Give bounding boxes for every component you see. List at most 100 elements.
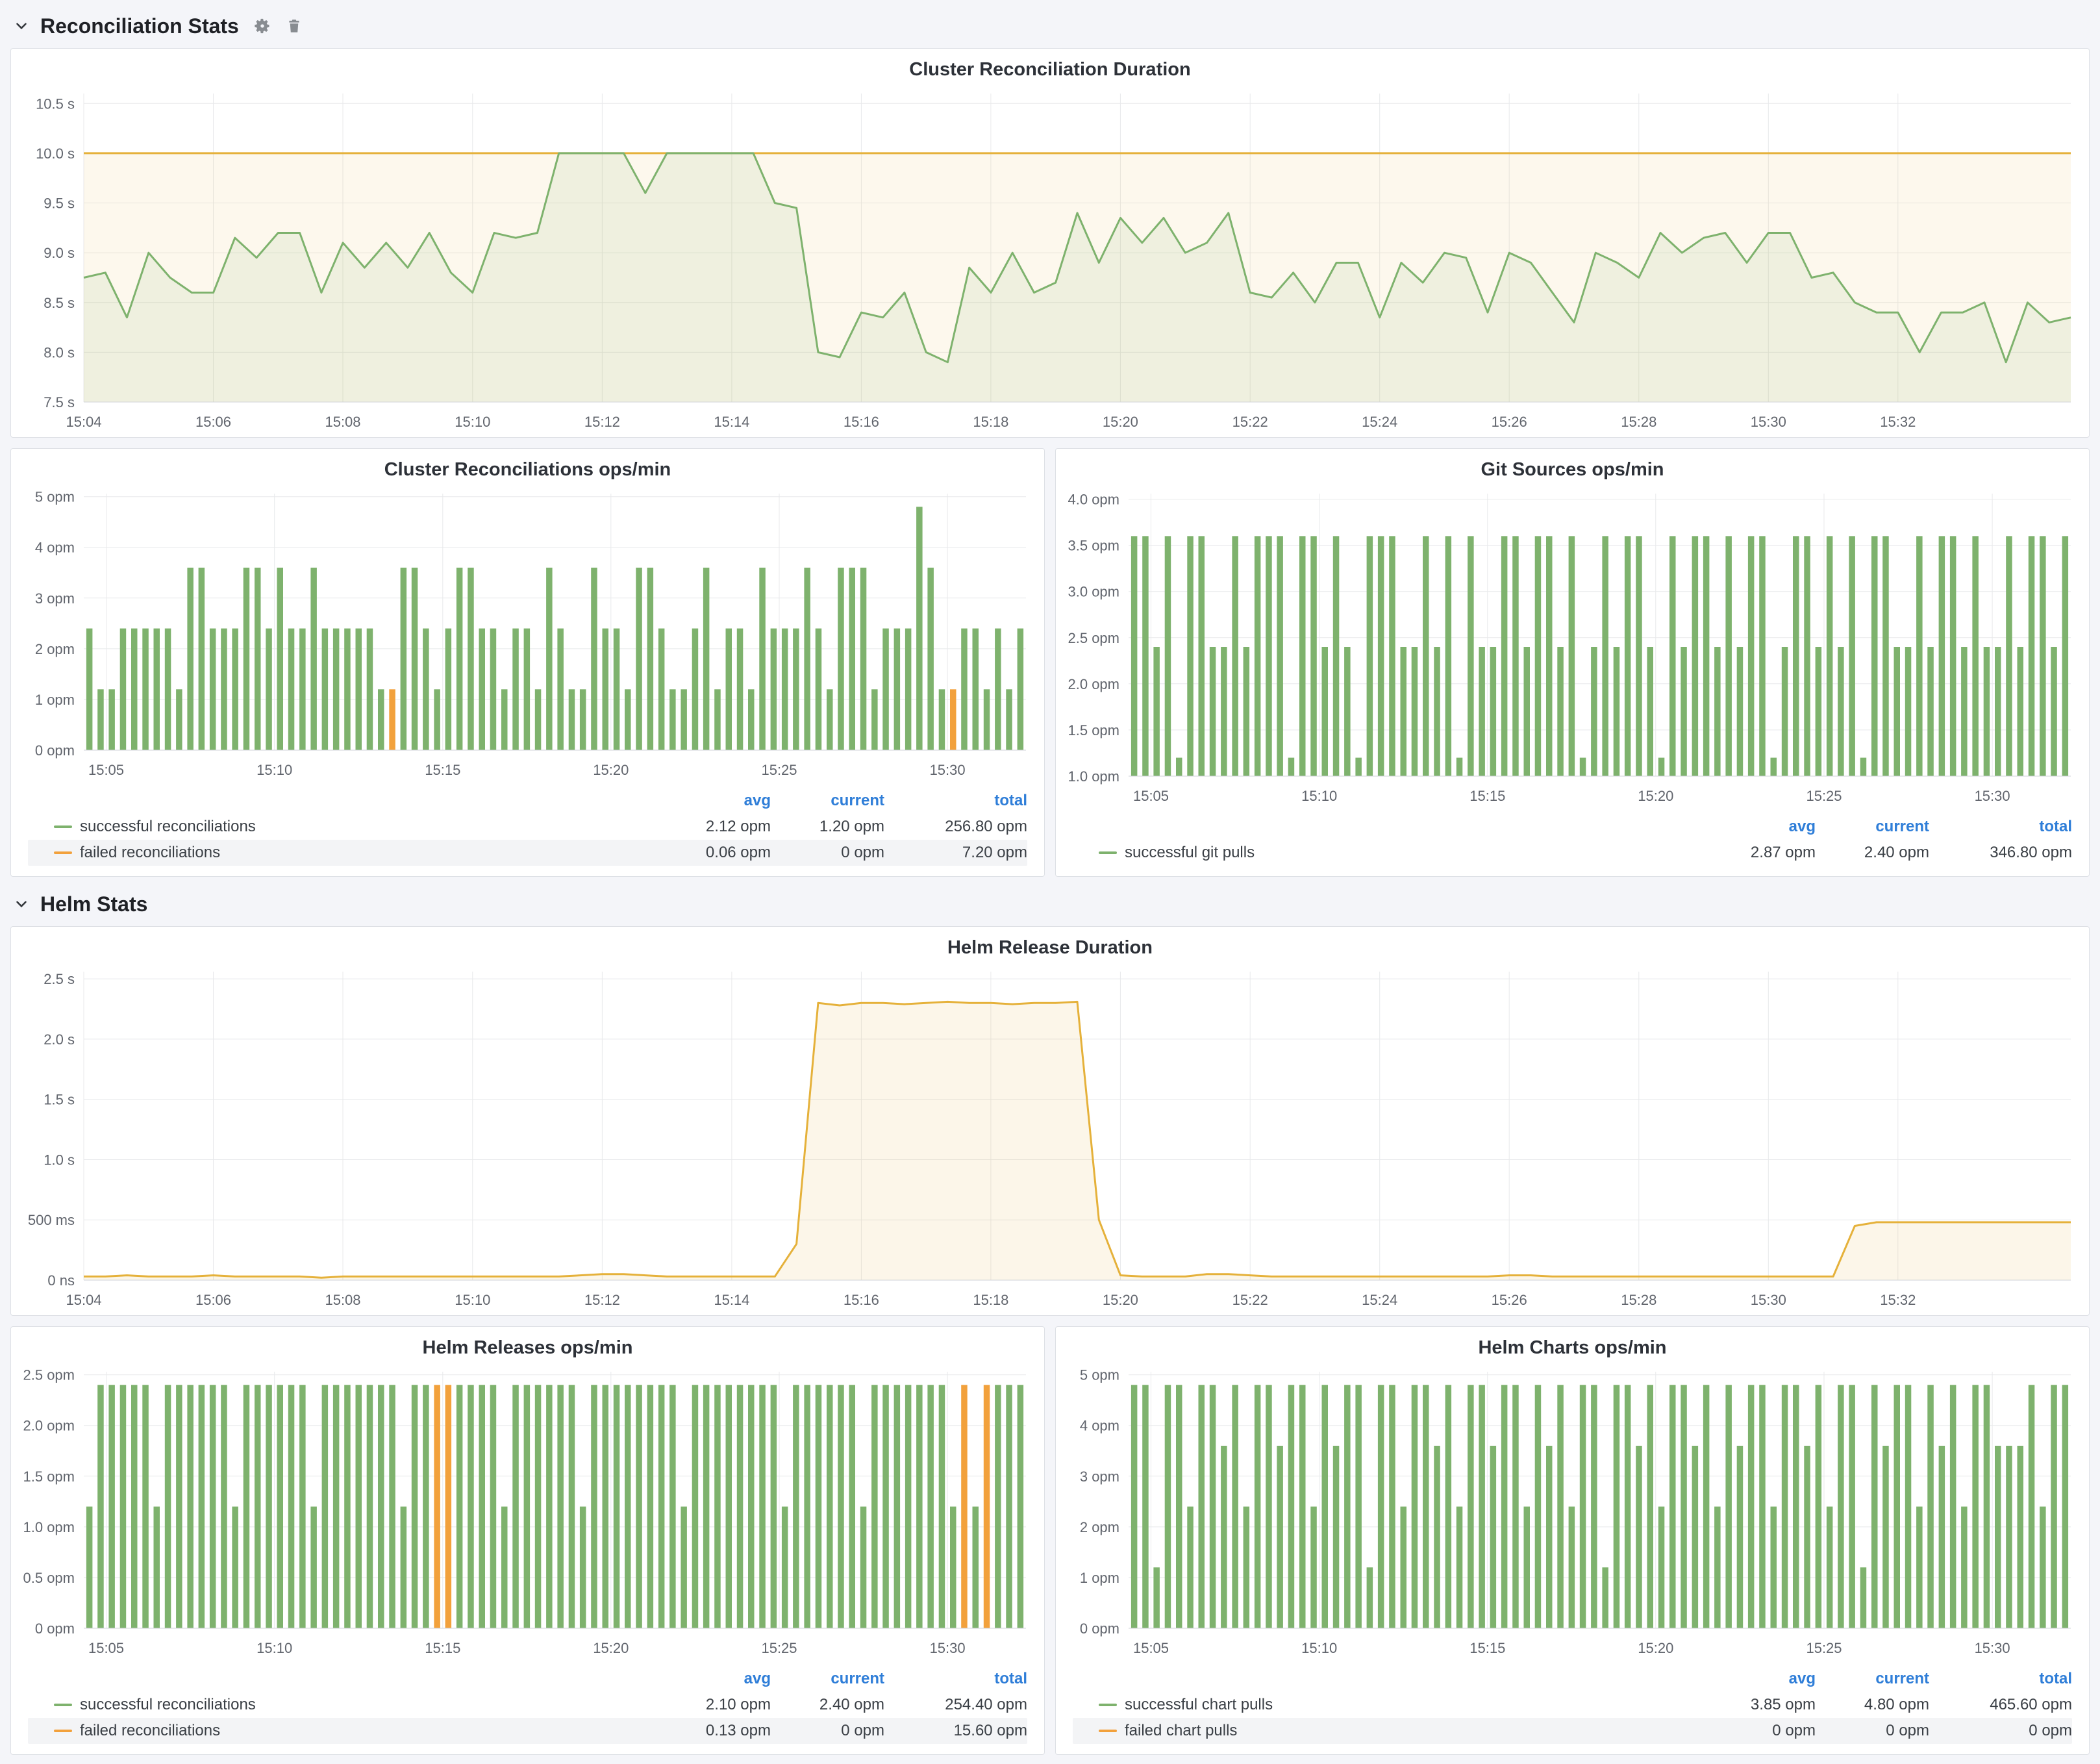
svg-text:15:15: 15:15	[1469, 788, 1505, 804]
svg-text:15:26: 15:26	[1492, 414, 1527, 430]
row-title[interactable]: Reconciliation Stats	[40, 14, 239, 38]
panel-helm-charts-ops: Helm Charts ops/min 15:05 15:10 15:15 15:20…	[1055, 1326, 2090, 1755]
svg-text:15:25: 15:25	[761, 762, 797, 778]
svg-text:15:20: 15:20	[1638, 1640, 1673, 1656]
chart-helm-release-duration[interactable]: 15:0415:0615:0815:1015:1215:1415:1615:18…	[11, 961, 2089, 1315]
legend-header: avgcurrenttotal	[1073, 1666, 2072, 1692]
svg-text:5 opm: 5 opm	[1080, 1367, 1119, 1383]
svg-text:15:05: 15:05	[88, 1640, 124, 1656]
svg-text:15:22: 15:22	[1232, 414, 1268, 430]
svg-text:10.5 s: 10.5 s	[36, 95, 75, 112]
chart-helm-charts-ops[interactable]: 15:0515:1015:1515:2015:2515:300 opm1 opm…	[1056, 1361, 2089, 1663]
legend-header: avgcurrenttotal	[28, 788, 1027, 814]
svg-text:15:30: 15:30	[1975, 788, 2010, 804]
svg-text:15:30: 15:30	[1751, 414, 1786, 430]
svg-text:15:10: 15:10	[1301, 1640, 1337, 1656]
svg-text:2.0 opm: 2.0 opm	[1068, 676, 1120, 692]
series-color-dash	[54, 851, 72, 854]
svg-text:2.0 opm: 2.0 opm	[23, 1418, 75, 1434]
svg-text:0 opm: 0 opm	[1080, 1620, 1119, 1637]
panel-cluster-reconciliation-duration: Cluster Reconciliation Duration 15:04 15:…	[10, 48, 2090, 438]
svg-text:2 opm: 2 opm	[1080, 1519, 1119, 1535]
svg-text:15:32: 15:32	[1880, 1292, 1916, 1308]
legend: avgcurrenttotalsuccessful reconciliation…	[11, 785, 1044, 876]
svg-text:500 ms: 500 ms	[28, 1212, 75, 1228]
svg-text:10.0 s: 10.0 s	[36, 145, 75, 162]
row-title[interactable]: Helm Stats	[40, 892, 147, 916]
svg-text:15:14: 15:14	[714, 414, 749, 430]
svg-text:15:24: 15:24	[1362, 414, 1397, 430]
trash-icon[interactable]	[286, 18, 303, 34]
svg-text:15:24: 15:24	[1362, 1292, 1397, 1308]
svg-text:15:04: 15:04	[66, 414, 101, 430]
legend-header: avgcurrenttotal	[28, 1666, 1027, 1692]
svg-text:15:30: 15:30	[1751, 1292, 1786, 1308]
svg-text:7.5 s: 7.5 s	[44, 394, 75, 410]
svg-text:15:30: 15:30	[930, 762, 966, 778]
svg-text:15:06: 15:06	[195, 414, 231, 430]
row-header-reconciliation-stats[interactable]: Reconciliation Stats	[13, 9, 2090, 43]
svg-text:5 opm: 5 opm	[35, 489, 75, 505]
svg-text:1.0 s: 1.0 s	[44, 1152, 75, 1168]
svg-text:15:20: 15:20	[1103, 414, 1138, 430]
legend: avgcurrenttotalsuccessful chart pulls3.8…	[1056, 1663, 2089, 1754]
legend-row[interactable]: failed reconciliations0.13 opm0 opm15.60…	[28, 1718, 1027, 1744]
svg-text:1.0 opm: 1.0 opm	[1068, 768, 1120, 785]
svg-text:8.5 s: 8.5 s	[44, 295, 75, 311]
legend: avgcurrenttotalsuccessful git pulls2.87 …	[1056, 811, 2089, 876]
panel-title[interactable]: Cluster Reconciliation Duration	[11, 49, 2089, 83]
panel-title[interactable]: Helm Charts ops/min	[1056, 1327, 2089, 1361]
series-color-dash	[1099, 1730, 1117, 1732]
row-header-helm-stats[interactable]: Helm Stats	[13, 887, 2090, 921]
svg-text:15:20: 15:20	[593, 1640, 629, 1656]
panel-title[interactable]: Cluster Reconciliations ops/min	[11, 449, 1044, 483]
chart-cluster-reconciliation-duration[interactable]: 15:0415:0615:0815:1015:1215:1415:1615:18…	[11, 83, 2089, 437]
svg-text:15:22: 15:22	[1232, 1292, 1268, 1308]
svg-text:15:25: 15:25	[1806, 788, 1842, 804]
gear-icon[interactable]	[253, 17, 271, 35]
svg-text:9.5 s: 9.5 s	[44, 195, 75, 212]
svg-text:15:20: 15:20	[1638, 788, 1673, 804]
svg-text:1.5 opm: 1.5 opm	[1068, 722, 1120, 738]
panel-title[interactable]: Git Sources ops/min	[1056, 449, 2089, 483]
panel-cluster-reconciliations-ops: Cluster Reconciliations ops/min 15:0515:…	[10, 448, 1045, 877]
chart-git-sources-ops[interactable]: 15:0515:1015:1515:2015:2515:301.0 opm1.5…	[1056, 483, 2089, 811]
svg-text:3 opm: 3 opm	[35, 590, 75, 607]
svg-text:0 opm: 0 opm	[35, 742, 75, 759]
svg-text:0 opm: 0 opm	[35, 1620, 75, 1637]
svg-text:15:10: 15:10	[1301, 788, 1337, 804]
svg-text:15:16: 15:16	[844, 1292, 879, 1308]
legend-row[interactable]: successful git pulls2.87 opm2.40 opm346.…	[1073, 840, 2072, 866]
svg-text:15:12: 15:12	[584, 414, 620, 430]
chart-helm-releases-ops[interactable]: 15:0515:1015:1515:2015:2515:300 opm0.5 o…	[11, 1361, 1044, 1663]
svg-text:1.5 opm: 1.5 opm	[23, 1468, 75, 1485]
svg-text:15:28: 15:28	[1621, 414, 1656, 430]
svg-text:15:05: 15:05	[1133, 1640, 1169, 1656]
legend-row[interactable]: successful reconciliations2.10 opm2.40 o…	[28, 1692, 1027, 1718]
svg-text:15:16: 15:16	[844, 414, 879, 430]
svg-text:15:14: 15:14	[714, 1292, 749, 1308]
svg-text:2.5 opm: 2.5 opm	[1068, 630, 1120, 646]
svg-text:15:04: 15:04	[66, 1292, 101, 1308]
panel-title[interactable]: Helm Release Duration	[11, 927, 2089, 961]
svg-text:1 opm: 1 opm	[35, 692, 75, 708]
dashboard: { "colors": { "green": "#7eb26d", "orang…	[0, 0, 2100, 1764]
panel-helm-releases-ops: Helm Releases ops/min 15:0515:1015:1515:…	[10, 1326, 1045, 1755]
chevron-down-icon[interactable]	[13, 896, 30, 913]
chevron-down-icon[interactable]	[13, 18, 30, 34]
panel-title[interactable]: Helm Releases ops/min	[11, 1327, 1044, 1361]
svg-text:15:10: 15:10	[256, 1640, 292, 1656]
svg-text:15:10: 15:10	[455, 414, 490, 430]
series-color-dash	[54, 1730, 72, 1732]
legend-row[interactable]: failed reconciliations0.06 opm0 opm7.20 …	[28, 840, 1027, 866]
svg-text:15:10: 15:10	[455, 1292, 490, 1308]
svg-text:15:06: 15:06	[195, 1292, 231, 1308]
series-color-dash	[54, 825, 72, 828]
legend-row[interactable]: failed chart pulls0 opm0 opm0 opm	[1073, 1718, 2072, 1744]
legend-row[interactable]: successful chart pulls3.85 opm4.80 opm46…	[1073, 1692, 2072, 1718]
svg-text:2.0 s: 2.0 s	[44, 1031, 75, 1048]
legend-row[interactable]: successful reconciliations2.12 opm1.20 o…	[28, 814, 1027, 840]
svg-text:15:15: 15:15	[1469, 1640, 1505, 1656]
svg-text:3.0 opm: 3.0 opm	[1068, 584, 1120, 600]
chart-cluster-reconciliations-ops[interactable]: 15:0515:1015:1515:2015:2515:300 opm1 opm…	[11, 483, 1044, 785]
